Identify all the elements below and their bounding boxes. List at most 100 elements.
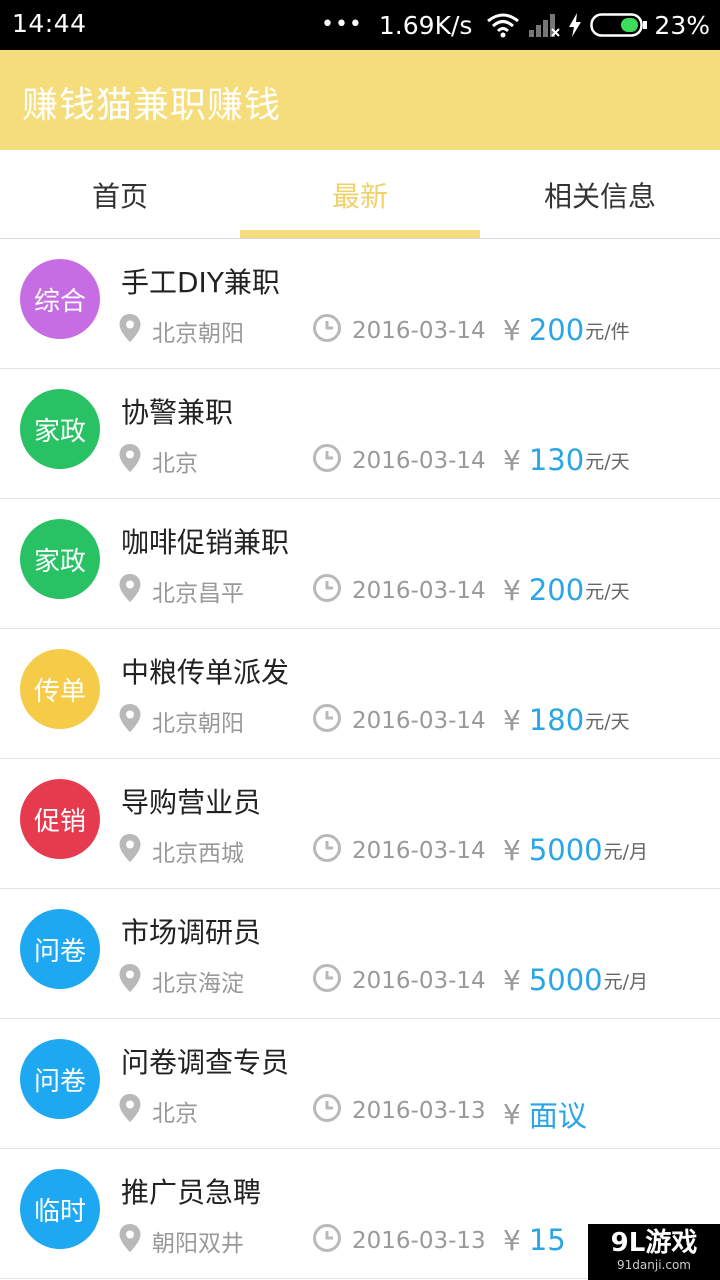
job-list-item[interactable]: 家政 咖啡促销兼职北京昌平 2016-03-14 ¥200 元/天	[0, 499, 720, 629]
notification-dots: •••	[320, 12, 363, 37]
pay-amount: 180	[528, 703, 585, 737]
job-date: 2016-03-14	[312, 703, 486, 739]
job-list-item[interactable]: 传单 中粮传单派发 北京朝阳 2016-03-14 ¥180 元/天	[0, 629, 720, 759]
location-text: 北京西城	[152, 841, 244, 867]
location-pin-icon	[118, 313, 142, 349]
clock-icon	[312, 1093, 342, 1129]
pay-unit: 元/件	[585, 320, 630, 343]
job-location: 北京朝阳	[118, 313, 244, 349]
status-icons: ••• 1.69K/s 23%	[321, 9, 710, 41]
job-list-item[interactable]: 家政 协警兼职 北京 2016-03-14 ¥130 元/天	[0, 369, 720, 499]
tab-related-info[interactable]: 相关信息	[480, 150, 720, 238]
job-date: 2016-03-14	[312, 573, 486, 609]
location-pin-icon	[118, 573, 142, 609]
job-title: 市场调研员	[121, 916, 262, 949]
location-text: 北京昌平	[152, 581, 244, 607]
job-location: 北京朝阳	[118, 703, 244, 739]
job-location: 朝阳双井	[118, 1223, 244, 1259]
yen-icon: ¥	[503, 963, 521, 997]
yen-icon: ¥	[503, 1223, 521, 1257]
job-list-item[interactable]: 综合 手工DIY兼职北京朝阳 2016-03-14 ¥200 元/件	[0, 239, 720, 369]
job-date: 2016-03-13	[312, 1223, 486, 1259]
job-list-item[interactable]: 问卷 问卷调查专员北京 2016-03-13 ¥ 面议	[0, 1019, 720, 1149]
tab-label: 最新	[331, 180, 388, 213]
category-badge: 传单	[20, 649, 100, 729]
location-text: 北京	[152, 451, 198, 477]
job-list: 综合 手工DIY兼职 北京朝阳 2016-03-14 ¥200 元/件 家政 协警兼职 北京 20…	[0, 239, 720, 1279]
yen-icon: ¥	[503, 313, 521, 347]
watermark-text: 9L游戏	[610, 1228, 698, 1258]
category-badge: 临时	[20, 1169, 100, 1249]
job-date: 2016-03-14	[312, 443, 486, 479]
job-title: 问卷调查专员	[121, 1046, 290, 1079]
location-pin-icon	[118, 443, 142, 479]
job-location: 北京昌平	[118, 573, 244, 609]
location-text: 北京朝阳	[152, 711, 244, 737]
job-pay: ¥200 元/件	[503, 313, 630, 347]
job-location: 北京	[118, 443, 198, 479]
job-location: 北京海淀	[118, 963, 244, 999]
job-title: 导购营业员	[121, 786, 262, 819]
pay-unit: 元/月	[603, 970, 649, 993]
pay-amount: 5000	[528, 833, 603, 867]
job-location: 北京西城	[118, 833, 244, 869]
job-title: 协警兼职	[121, 396, 234, 429]
location-text: 朝阳双井	[152, 1231, 244, 1257]
job-title: 咖啡促销兼职	[121, 526, 290, 559]
pay-unit: 元/天	[585, 450, 630, 473]
battery-percent: 23%	[654, 10, 710, 40]
location-pin-icon	[118, 833, 142, 869]
watermark-url: 91danji.com	[617, 1258, 691, 1272]
date-text: 2016-03-14	[352, 968, 486, 994]
tab-latest[interactable]: 最新	[240, 150, 480, 238]
pay-unit: 元/月	[603, 840, 649, 863]
category-badge: 问卷	[20, 909, 100, 989]
job-date: 2016-03-14	[312, 833, 486, 869]
tab-home[interactable]: 首页	[0, 150, 240, 238]
tab-bar: 首页 最新 相关信息	[0, 150, 720, 239]
pay-amount: 200	[528, 313, 585, 347]
date-text: 2016-03-14	[352, 708, 486, 734]
job-pay: ¥ 面议	[503, 1093, 588, 1135]
status-time: 14:44	[12, 9, 87, 38]
clock-icon	[312, 443, 342, 479]
tab-label: 相关信息	[543, 180, 656, 213]
job-list-item[interactable]: 问卷 市场调研员北京海淀 2016-03-14 ¥5000 元/月	[0, 889, 720, 1019]
clock-icon	[312, 963, 342, 999]
clock-icon	[312, 573, 342, 609]
job-pay: ¥5000 元/月	[503, 963, 648, 997]
job-date: 2016-03-13	[312, 1093, 486, 1129]
job-list-item[interactable]: 促销 导购营业员 北京西城 2016-03-14 ¥5000 元/月	[0, 759, 720, 889]
category-badge: 促销	[20, 779, 100, 859]
wifi-icon	[486, 12, 520, 38]
pay-unit: 元/天	[585, 580, 630, 603]
date-text: 2016-03-14	[352, 448, 486, 474]
yen-icon: ¥	[503, 443, 521, 477]
pay-amount: 130	[528, 443, 585, 477]
signal-icon	[528, 12, 561, 38]
clock-icon	[312, 703, 342, 739]
location-text: 北京	[152, 1101, 198, 1127]
location-text: 北京朝阳	[152, 321, 244, 347]
tab-label: 首页	[91, 180, 148, 213]
pay-amount: 200	[528, 573, 585, 607]
yen-icon: ¥	[503, 1097, 521, 1131]
job-title: 中粮传单派发	[121, 656, 290, 689]
job-date: 2016-03-14	[312, 313, 486, 349]
category-badge: 问卷	[20, 1039, 100, 1119]
date-text: 2016-03-13	[352, 1098, 486, 1124]
clock-icon	[312, 1223, 342, 1259]
category-badge: 综合	[20, 259, 100, 339]
location-pin-icon	[118, 703, 142, 739]
job-date: 2016-03-14	[312, 963, 486, 999]
location-text: 北京海淀	[152, 971, 244, 997]
battery-icon	[590, 12, 648, 38]
job-location: 北京	[118, 1093, 198, 1129]
job-title: 手工DIY兼职	[121, 266, 280, 299]
category-badge: 家政	[20, 519, 100, 599]
date-text: 2016-03-14	[352, 318, 486, 344]
job-title: 推广员急聘	[121, 1176, 262, 1209]
location-pin-icon	[118, 963, 142, 999]
yen-icon: ¥	[503, 573, 521, 607]
clock-icon	[312, 833, 342, 869]
